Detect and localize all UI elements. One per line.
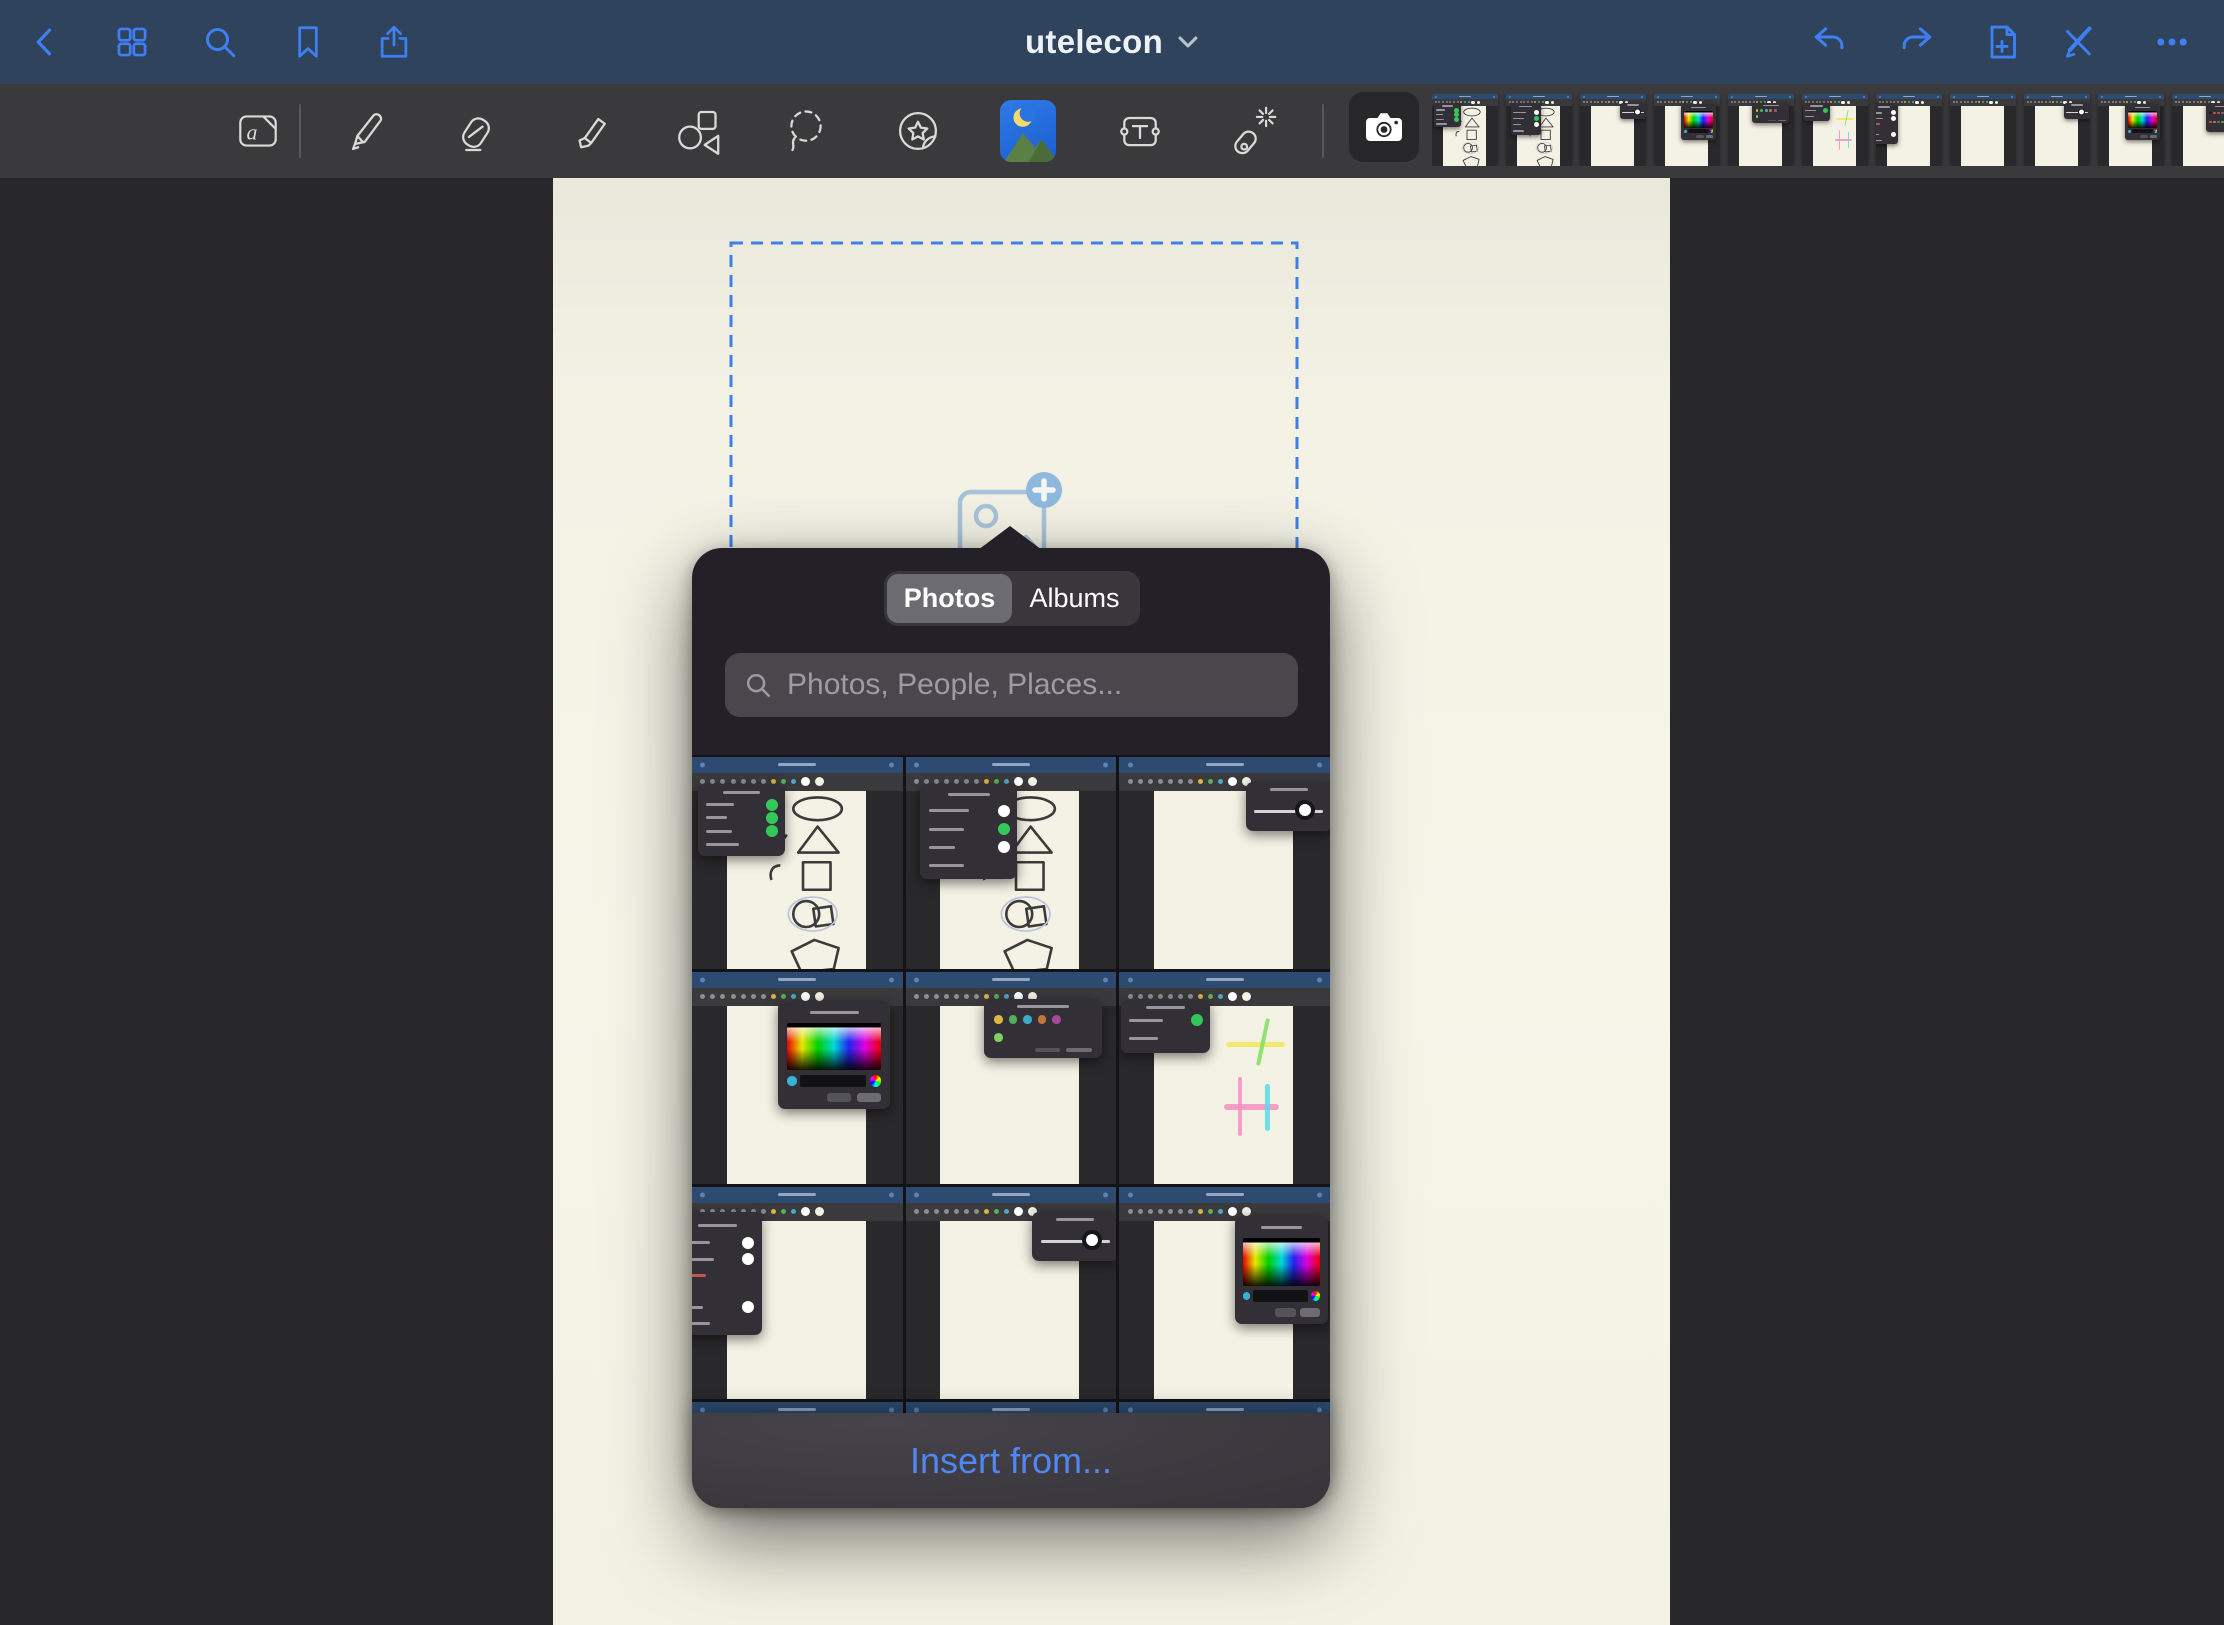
app-window: utelecon a — [0, 0, 2224, 1625]
photo-grid — [692, 755, 1330, 1413]
shapes-tool-icon[interactable] — [668, 103, 724, 159]
text-tool-icon[interactable] — [1112, 103, 1168, 159]
eraser-tool-icon[interactable] — [448, 103, 504, 159]
highlighter-tool-icon[interactable] — [560, 103, 616, 159]
photo-thumbnail[interactable] — [906, 972, 1117, 1184]
toolbar-separator — [299, 104, 301, 158]
share-icon[interactable] — [372, 20, 416, 64]
insert-from-button[interactable]: Insert from... — [692, 1413, 1330, 1508]
page-thumbnail[interactable] — [1580, 94, 1646, 166]
photos-albums-segmented-control: Photos Albums — [884, 571, 1140, 626]
search-input[interactable] — [785, 667, 1280, 703]
photo-thumbnail[interactable] — [692, 972, 903, 1184]
popover-arrow — [978, 526, 1042, 550]
photo-search-field[interactable] — [725, 653, 1298, 717]
document-title-label: utelecon — [1025, 23, 1163, 61]
page-thumbnail[interactable] — [2024, 94, 2090, 166]
more-icon[interactable] — [2150, 20, 2194, 64]
photo-thumbnail[interactable] — [906, 1187, 1117, 1399]
page-thumbnail[interactable] — [2098, 94, 2164, 166]
add-page-icon[interactable] — [1980, 20, 2024, 64]
pages-overview-icon[interactable] — [110, 20, 154, 64]
photo-picker-popover: Photos Albums Insert from... — [692, 548, 1330, 1508]
search-icon — [743, 670, 773, 700]
tab-albums[interactable]: Albums — [1012, 574, 1137, 623]
photo-thumbnail[interactable] — [1119, 1187, 1330, 1399]
photo-thumbnail[interactable] — [1119, 972, 1330, 1184]
photo-thumbnail[interactable] — [692, 1402, 903, 1413]
top-navigation-bar: utelecon — [0, 0, 2224, 84]
pen-tool-icon[interactable] — [340, 103, 396, 159]
insert-from-label: Insert from... — [910, 1440, 1112, 1482]
zoom-window-tool-icon[interactable]: a — [230, 103, 286, 159]
redo-icon[interactable] — [1894, 20, 1938, 64]
lasso-tool-icon[interactable] — [778, 103, 834, 159]
page-thumbnail[interactable] — [1506, 94, 1572, 166]
photo-thumbnail[interactable] — [692, 757, 903, 969]
page-thumbnail[interactable] — [1876, 94, 1942, 166]
camera-icon — [1360, 103, 1408, 151]
photo-thumbnail[interactable] — [906, 1402, 1117, 1413]
laser-pointer-tool-icon[interactable] — [1224, 103, 1280, 159]
page-thumbnail[interactable] — [1728, 94, 1794, 166]
page-thumbnail[interactable] — [1950, 94, 2016, 166]
camera-button[interactable] — [1349, 92, 1419, 162]
photo-thumbnail[interactable] — [692, 1187, 903, 1399]
bookmark-icon[interactable] — [286, 20, 330, 64]
chevron-down-icon — [1177, 34, 1199, 50]
undo-icon[interactable] — [1808, 20, 1852, 64]
page-thumbnail[interactable] — [1802, 94, 1868, 166]
page-thumbnail[interactable] — [1654, 94, 1720, 166]
tab-photos[interactable]: Photos — [887, 574, 1012, 623]
back-icon[interactable] — [24, 20, 68, 64]
sticker-tool-icon[interactable] — [890, 103, 946, 159]
pen-disabled-icon[interactable] — [2056, 20, 2100, 64]
toolbar-separator — [1322, 104, 1324, 158]
drawing-toolbar: a — [0, 84, 2224, 178]
photo-thumbnail[interactable] — [1119, 757, 1330, 969]
photo-thumbnail[interactable] — [1119, 1402, 1330, 1413]
page-thumbnail[interactable] — [2172, 94, 2224, 166]
page-thumbnail[interactable] — [1432, 94, 1498, 166]
photo-thumbnail[interactable] — [906, 757, 1117, 969]
page-thumbnail-strip — [1432, 94, 2224, 166]
svg-text:a: a — [247, 120, 258, 144]
document-title[interactable]: utelecon — [1025, 23, 1199, 61]
search-icon[interactable] — [198, 20, 242, 64]
image-tool-icon[interactable] — [1000, 103, 1056, 159]
